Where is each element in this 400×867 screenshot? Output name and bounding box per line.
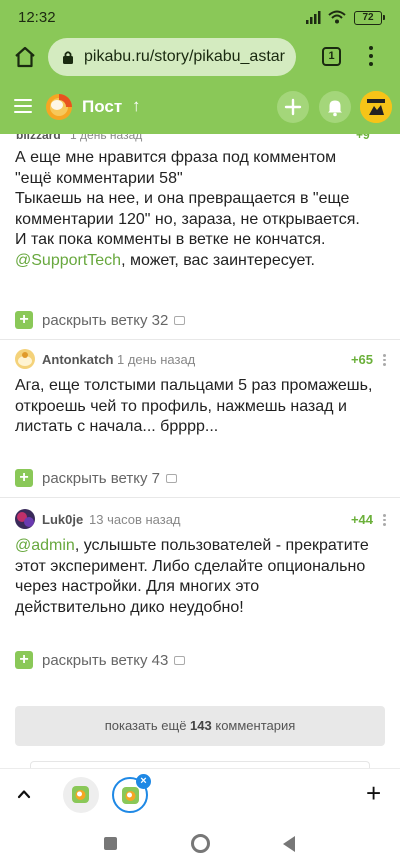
comment-line: @admin, услышьте пользователей - прекрат… [15, 536, 387, 557]
new-tab-button[interactable]: + [366, 780, 381, 806]
pikabu-favicon [72, 786, 89, 803]
home-icon[interactable] [12, 44, 38, 70]
expand-thread-label: раскрыть ветку 32 [42, 311, 169, 329]
status-time: 12:32 [18, 9, 56, 26]
lock-icon [63, 51, 73, 64]
comment-line-text: , услышьте пользователей - прекратите [74, 537, 369, 554]
comment-time: 1 день назад [70, 134, 143, 142]
scroll-top-icon[interactable]: ↑ [132, 96, 141, 116]
comment-line: листать с начала... брррр... [15, 418, 219, 435]
page-title: Пост [82, 97, 123, 116]
comment-line: Тыкаешь на нее, и она превращается в "ещ… [15, 190, 350, 207]
chevron-up-icon[interactable] [16, 787, 32, 801]
comment-header: Luk0je 13 часов назад +44 [15, 509, 387, 531]
add-post-button[interactable] [277, 91, 309, 123]
app-header: Пост ↑ [0, 80, 400, 134]
comment-bubble-icon [174, 655, 186, 665]
notifications-button[interactable] [319, 91, 351, 123]
comment-avatar[interactable] [15, 509, 35, 529]
bell-icon [328, 100, 342, 117]
comment-time: 13 часов назад [89, 512, 181, 527]
comment-author[interactable]: Luk0je [42, 512, 83, 527]
expand-thread-label: раскрыть ветку 43 [42, 651, 169, 669]
battery-icon: 72 [354, 11, 385, 25]
comment-author[interactable]: Antonkatch [42, 352, 114, 367]
browser-toolbar: pikabu.ru/story/pikabu_astar 1 [0, 34, 400, 80]
expand-thread-button[interactable]: + раскрыть ветку 32 [15, 310, 186, 330]
divider [0, 339, 400, 340]
tab-thumbnail[interactable] [63, 777, 99, 813]
comment-menu-icon[interactable] [383, 354, 387, 368]
expand-plus-icon: + [15, 469, 33, 487]
pikabu-logo[interactable] [44, 92, 74, 122]
status-bar: 12:32 72 [0, 0, 400, 34]
user-avatar[interactable] [360, 91, 392, 123]
system-nav-bar [0, 820, 400, 867]
show-more-prefix: показать ещё [104, 718, 191, 733]
expand-thread-label: раскрыть ветку 7 [42, 469, 160, 487]
comment-body: Ага, еще толстыми пальцами 5 раз промаже… [15, 376, 387, 438]
tab-switcher-button[interactable]: 1 [322, 47, 341, 66]
tab-strip: × + [0, 768, 400, 820]
comment-line: комментарии 120" но, зараза, не открывае… [15, 210, 360, 228]
caution-avatar-icon [360, 91, 392, 123]
show-more-count: 143 [190, 718, 212, 733]
comment-line: "ещё комментарии 58" [15, 169, 183, 187]
comment-avatar[interactable] [15, 349, 35, 369]
address-bar[interactable]: pikabu.ru/story/pikabu_astar [48, 38, 296, 76]
divider [0, 497, 400, 498]
recents-icon[interactable] [104, 837, 117, 850]
comment-line-text: , может, вас заинтересует. [121, 251, 315, 269]
user-mention-link[interactable]: @admin [15, 537, 75, 554]
pikabu-favicon [122, 787, 139, 804]
wifi-icon [328, 10, 346, 24]
show-more-suffix: комментария [211, 718, 296, 733]
expand-plus-icon: + [15, 311, 33, 329]
close-tab-icon[interactable]: × [136, 774, 151, 789]
comment-rating: +44 [350, 512, 373, 527]
expand-thread-button[interactable]: + раскрыть ветку 7 [15, 468, 177, 488]
comment-header: Antonkatch 1 день назад +65 [15, 349, 387, 371]
next-block-edge [30, 761, 370, 768]
comment-line: @SupportTech, может, вас заинтересует. [15, 251, 387, 272]
comment-rating: +9 [356, 134, 370, 142]
comments-feed[interactable]: blizzard 1 день назад +9 А еще мне нрави… [0, 134, 400, 768]
user-mention-link[interactable]: @SupportTech [15, 252, 121, 269]
comment-author[interactable]: blizzard [16, 134, 61, 142]
comment-line: А еще мне нравится фраза под комментом [15, 149, 337, 166]
signal-icon [306, 11, 321, 24]
url-text: pikabu.ru/story/pikabu_astar [84, 48, 285, 65]
home-nav-icon[interactable] [191, 834, 210, 853]
comment-bubble-icon [174, 315, 186, 325]
plus-icon [284, 98, 302, 116]
comment-line: откроешь чей то профиль, нажмешь назад и [15, 397, 347, 415]
menu-icon[interactable] [14, 99, 32, 113]
avatar-icon [15, 509, 35, 529]
comment-line: действительно дико неудобно! [15, 598, 244, 616]
show-more-comments-button[interactable]: показать ещё 143 комментария [15, 706, 385, 746]
browser-menu-icon[interactable] [365, 46, 377, 68]
comment-bubble-icon [165, 473, 177, 483]
clipped-comment-header: blizzard 1 день назад +9 [16, 134, 370, 142]
comment-body: А еще мне нравится фраза под комментом "… [15, 148, 387, 271]
expand-plus-icon: + [15, 651, 33, 669]
expand-thread-button[interactable]: + раскрыть ветку 43 [15, 650, 186, 670]
comment-rating: +65 [350, 352, 373, 367]
comment-line: через настройки. Для многих это [15, 578, 260, 595]
comment-line: Ага, еще толстыми пальцами 5 раз промаже… [15, 377, 373, 394]
comment-menu-icon[interactable] [383, 514, 387, 528]
avatar-icon [15, 349, 35, 369]
comment-body: @admin, услышьте пользователей - прекрат… [15, 536, 387, 618]
comment-time: 1 день назад [117, 352, 196, 367]
comment-line: этот эксперимент. Либо сделайте опционал… [15, 557, 366, 575]
back-icon[interactable] [283, 836, 295, 852]
comment-line: И так пока комменты в ветке не кончатся. [15, 231, 326, 248]
